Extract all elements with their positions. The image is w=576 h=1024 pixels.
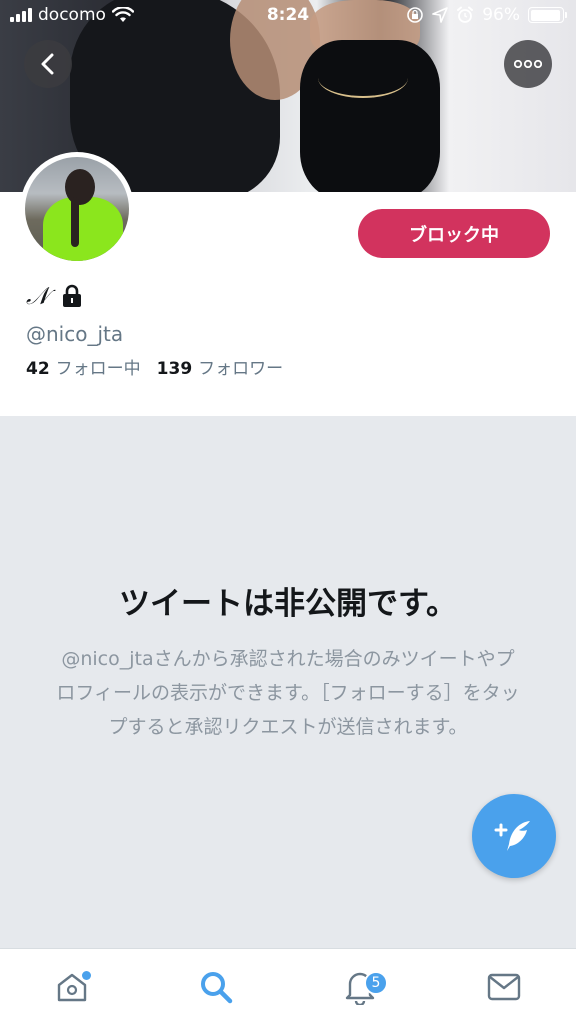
more-options-button[interactable] bbox=[504, 40, 552, 88]
followers-label: フォロワー bbox=[198, 359, 284, 379]
compose-feather-icon bbox=[494, 821, 530, 851]
profile-avatar[interactable] bbox=[20, 152, 134, 266]
lock-icon bbox=[63, 284, 81, 307]
following-count: 42 bbox=[26, 359, 50, 379]
tab-messages[interactable] bbox=[464, 957, 544, 1017]
compose-tweet-button[interactable] bbox=[472, 794, 556, 878]
more-dots-icon bbox=[514, 60, 542, 68]
location-icon bbox=[432, 7, 449, 23]
following-link[interactable]: 42 フォロー中 bbox=[26, 354, 141, 379]
display-name-row: 𝒩 bbox=[26, 282, 83, 310]
back-button[interactable] bbox=[24, 40, 72, 88]
battery-percent: 96% bbox=[482, 5, 520, 25]
username: @nico_jta bbox=[26, 322, 124, 346]
battery-icon bbox=[528, 7, 567, 23]
tab-search[interactable] bbox=[176, 957, 256, 1017]
search-icon bbox=[201, 971, 233, 1003]
follow-stats: 42 フォロー中 139 フォロワー bbox=[26, 354, 283, 379]
followers-link[interactable]: 139 フォロワー bbox=[157, 354, 284, 379]
following-label: フォロー中 bbox=[55, 359, 141, 379]
notifications-badge: 5 bbox=[364, 970, 388, 995]
followers-count: 139 bbox=[156, 359, 193, 379]
mail-icon bbox=[487, 973, 521, 1000]
blocked-button[interactable]: ブロック中 bbox=[358, 209, 550, 258]
display-name: 𝒩 bbox=[26, 282, 49, 310]
home-unread-dot bbox=[82, 970, 91, 980]
orientation-lock-icon bbox=[407, 7, 424, 23]
tab-home[interactable] bbox=[32, 957, 112, 1017]
tab-notifications[interactable]: 5 bbox=[320, 957, 400, 1017]
protected-title: ツイートは非公開です。 bbox=[119, 586, 457, 622]
protected-description: @nico_jtaさんから承認された場合のみツイートやプロフィールの表示ができま… bbox=[56, 648, 520, 738]
bottom-tab-bar: 5 bbox=[0, 948, 576, 1024]
status-bar: docomo 8:24 96% bbox=[0, 0, 576, 34]
alarm-icon bbox=[457, 6, 474, 23]
chevron-left-icon bbox=[41, 53, 54, 75]
